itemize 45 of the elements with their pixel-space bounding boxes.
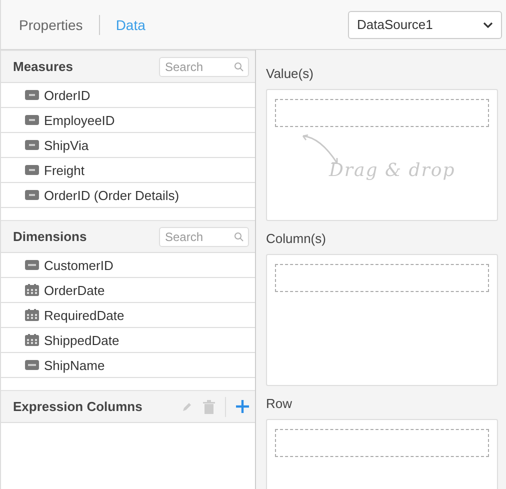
- drop-zone-label: Column(s): [266, 231, 327, 246]
- drop-zone[interactable]: [266, 254, 498, 386]
- drop-zone-label: Value(s): [266, 66, 314, 81]
- field-item[interactable]: CustomerID: [1, 253, 255, 278]
- calendar-icon: [25, 309, 39, 321]
- field-item[interactable]: ShippedDate: [1, 328, 255, 353]
- chevron-down-icon: [483, 22, 493, 28]
- calendar-icon: [25, 284, 39, 296]
- number-type-icon: [25, 115, 39, 125]
- calendar-icon: [25, 334, 39, 346]
- number-type-icon: [25, 165, 39, 175]
- field-name: CustomerID: [44, 258, 114, 272]
- field-name: OrderID: [44, 88, 90, 102]
- field-item[interactable]: EmployeeID: [1, 108, 255, 133]
- field-item[interactable]: OrderID (Order Details): [1, 183, 255, 208]
- search-icon: [234, 232, 244, 242]
- field-item[interactable]: ShipVia: [1, 133, 255, 158]
- number-type-icon: [25, 140, 39, 150]
- section-title: Measures: [13, 59, 73, 74]
- field-name: OrderDate: [44, 282, 105, 298]
- datasource-dropdown[interactable]: DataSource1: [348, 10, 502, 38]
- text-type-icon: [25, 260, 39, 270]
- field-item[interactable]: OrderID: [1, 83, 255, 108]
- field-name: RequiredDate: [44, 308, 124, 322]
- search-icon: [234, 62, 244, 72]
- number-type-icon: [25, 190, 39, 200]
- search-field[interactable]: Search: [159, 226, 249, 246]
- field-name: Freight: [44, 162, 84, 178]
- add-icon[interactable]: [236, 400, 249, 413]
- field-name: OrderID (Order Details): [44, 188, 180, 202]
- drop-zone-label: Row: [266, 396, 294, 411]
- field-name: EmployeeID: [44, 112, 115, 128]
- field-item[interactable]: RequiredDate: [1, 303, 255, 328]
- field-item[interactable]: OrderDate: [1, 278, 255, 303]
- tab[interactable]: Properties: [19, 16, 99, 32]
- field-item[interactable]: ShipName: [1, 353, 255, 378]
- search-field[interactable]: Search: [159, 56, 249, 76]
- field-name: ShippedDate: [44, 332, 120, 348]
- field-name: ShipVia: [44, 138, 89, 152]
- field-name: ShipName: [44, 358, 105, 372]
- section-title: Dimensions: [13, 229, 87, 244]
- number-type-icon: [25, 90, 39, 100]
- field-item[interactable]: Freight: [1, 158, 255, 183]
- section-title: Expression Columns: [13, 399, 142, 414]
- text-type-icon: [25, 360, 39, 370]
